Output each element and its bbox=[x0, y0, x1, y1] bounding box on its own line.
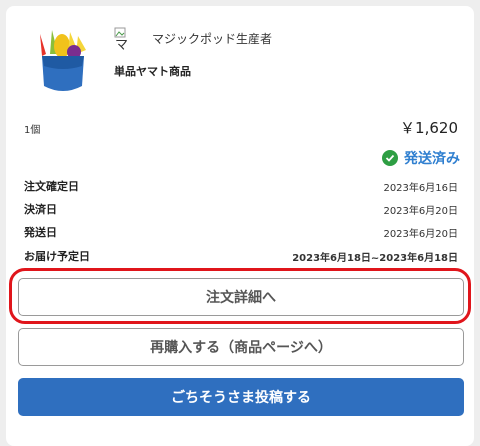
order-detail-button[interactable]: 注文詳細へ bbox=[18, 278, 464, 316]
detail-row-order-confirmed: 注文確定日 2023年6月16日 bbox=[24, 178, 458, 194]
producer-avatar-image: マ bbox=[114, 24, 132, 53]
detail-value: 2023年6月20日 bbox=[383, 205, 458, 217]
vegetable-pocket-logo bbox=[40, 30, 86, 91]
repurchase-button[interactable]: 再購入する（商品ページへ） bbox=[18, 328, 464, 366]
detail-value: 2023年6月16日 bbox=[383, 182, 458, 194]
detail-label: 発送日 bbox=[24, 226, 57, 239]
shipping-status: 発送済み bbox=[382, 148, 460, 168]
price: ￥1,620 bbox=[400, 119, 458, 137]
detail-value: 2023年6月20日 bbox=[383, 228, 458, 240]
product-name[interactable]: 単品ヤマト商品 bbox=[114, 63, 191, 79]
detail-value: 2023年6月18日~2023年6月18日 bbox=[292, 252, 458, 264]
detail-row-shipped: 発送日 2023年6月20日 bbox=[24, 224, 458, 240]
detail-label: 決済日 bbox=[24, 203, 57, 216]
check-circle-icon bbox=[382, 150, 398, 166]
detail-row-payment: 決済日 2023年6月20日 bbox=[24, 201, 458, 217]
detail-label: 注文確定日 bbox=[24, 180, 79, 193]
shipping-status-label: 発送済み bbox=[404, 151, 460, 167]
quantity: 1個 bbox=[24, 125, 41, 136]
producer-name[interactable]: マジックポッド生産者 bbox=[152, 30, 272, 47]
detail-label: お届け予定日 bbox=[24, 250, 90, 263]
post-gochisousama-button[interactable]: ごちそうさま投稿する bbox=[18, 378, 464, 416]
producer-avatar-alt: マ bbox=[115, 38, 129, 53]
detail-row-delivery-estimate: お届け予定日 2023年6月18日~2023年6月18日 bbox=[24, 248, 458, 264]
